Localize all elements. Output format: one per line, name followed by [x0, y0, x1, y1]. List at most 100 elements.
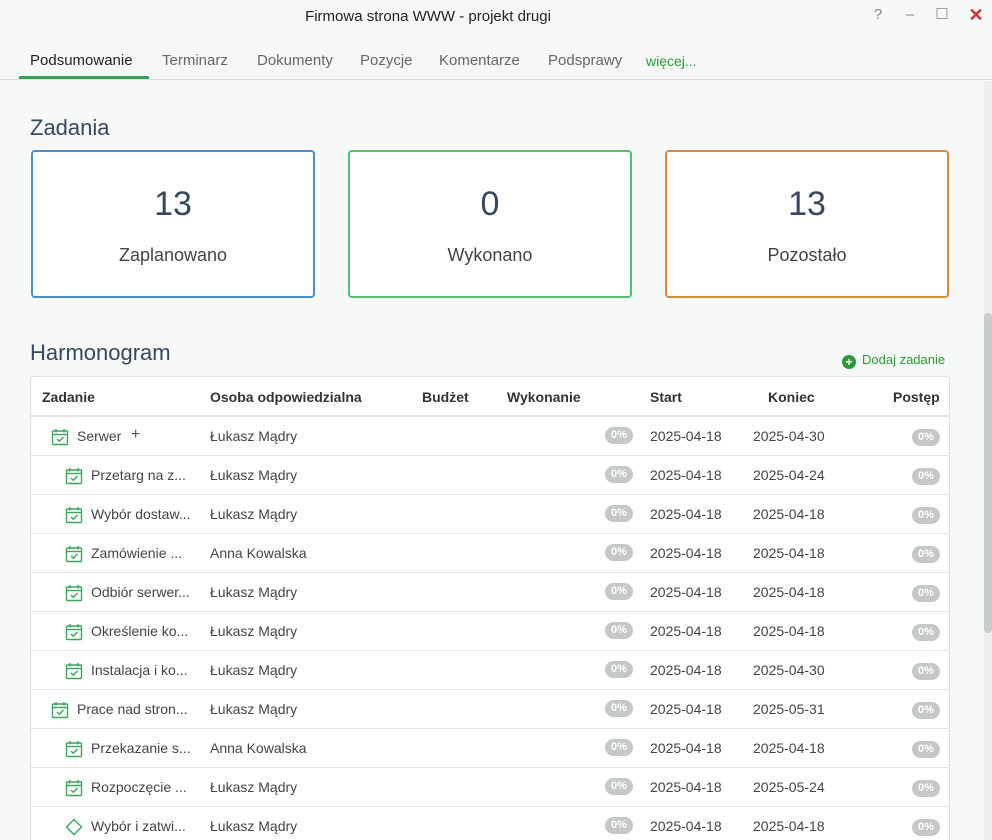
- execution-badge: 0%: [605, 622, 633, 639]
- col-progress[interactable]: Postęp: [893, 389, 940, 405]
- table-row[interactable]: Instalacja i ko... Łukasz Mądry 0% 2025-04-…: [31, 651, 949, 690]
- task-start: 2025-04-18: [650, 584, 722, 600]
- task-name[interactable]: Przetarg na z...: [91, 467, 203, 483]
- done-count: 0: [480, 185, 500, 223]
- active-tab-indicator: [19, 76, 149, 79]
- col-execution[interactable]: Wykonanie: [507, 389, 581, 405]
- tab-bar: Podsumowanie Terminarz Dokumenty Pozycje…: [0, 34, 992, 80]
- execution-badge: 0%: [605, 661, 633, 678]
- task-name[interactable]: Zamówienie ...: [91, 545, 203, 561]
- task-name[interactable]: Wybór dostaw...: [91, 506, 203, 522]
- table-row[interactable]: Prace nad stron... Łukasz Mądry 0% 2025-04-…: [31, 690, 949, 729]
- scrollbar-thumb[interactable]: [984, 313, 992, 633]
- progress-badge: 0%: [912, 780, 940, 797]
- table-row[interactable]: Rozpoczęcie ... Łukasz Mądry 0% 2025-04-18 2…: [31, 768, 949, 807]
- table-row[interactable]: Przetarg na z... Łukasz Mądry 0% 2025-04-18…: [31, 456, 949, 495]
- task-end: 2025-04-18: [753, 584, 825, 600]
- execution-badge: 0%: [605, 466, 633, 483]
- task-end: 2025-04-18: [753, 545, 825, 561]
- execution-badge: 0%: [605, 544, 633, 561]
- execution-badge: 0%: [605, 700, 633, 717]
- task-start: 2025-04-18: [650, 467, 722, 483]
- task-person: Łukasz Mądry: [210, 506, 298, 522]
- execution-badge: 0%: [605, 583, 633, 600]
- progress-badge: 0%: [912, 429, 940, 446]
- progress-badge: 0%: [912, 585, 940, 602]
- progress-badge: 0%: [912, 741, 940, 758]
- task-end: 2025-04-18: [753, 818, 825, 834]
- col-end[interactable]: Koniec: [768, 389, 815, 405]
- plus-circle-icon: +: [842, 355, 856, 369]
- table-row[interactable]: Wybór i zatwi... Łukasz Mądry 0% 2025-04-18…: [31, 807, 949, 840]
- tab-komentarze[interactable]: Komentarze: [439, 52, 520, 69]
- task-person: Łukasz Mądry: [210, 779, 298, 795]
- title-bar: Firmowa strona WWW - projekt drugi ? – ☐…: [0, 0, 992, 34]
- tab-more-link[interactable]: więcej...: [646, 53, 697, 69]
- execution-badge: 0%: [605, 505, 633, 522]
- col-start[interactable]: Start: [650, 389, 682, 405]
- col-task[interactable]: Zadanie: [42, 389, 95, 405]
- table-row[interactable]: Określenie ko... Łukasz Mądry 0% 2025-04-18…: [31, 612, 949, 651]
- task-name[interactable]: Prace nad stron...: [77, 701, 189, 717]
- task-start: 2025-04-18: [650, 506, 722, 522]
- task-start: 2025-04-18: [650, 779, 722, 795]
- close-icon[interactable]: ✕: [962, 4, 990, 28]
- task-name[interactable]: Rozpoczęcie ...: [91, 779, 203, 795]
- tab-terminarz[interactable]: Terminarz: [162, 52, 228, 69]
- done-card: 0 Wykonano: [348, 150, 632, 298]
- window-title: Firmowa strona WWW - projekt drugi: [305, 8, 551, 25]
- task-end: 2025-04-18: [753, 623, 825, 639]
- task-person: Anna Kowalska: [210, 740, 307, 756]
- task-start: 2025-04-18: [650, 740, 722, 756]
- maximize-icon[interactable]: ☐: [928, 4, 956, 28]
- tab-dokumenty[interactable]: Dokumenty: [257, 52, 333, 69]
- add-subtask-icon[interactable]: +: [131, 426, 140, 444]
- schedule-section-title: Harmonogram: [30, 340, 171, 365]
- progress-badge: 0%: [912, 702, 940, 719]
- done-label: Wykonano: [447, 245, 533, 265]
- col-person[interactable]: Osoba odpowiedzialna: [210, 389, 362, 405]
- task-end: 2025-04-30: [753, 428, 825, 444]
- execution-badge: 0%: [605, 817, 633, 834]
- add-task-label: Dodaj zadanie: [862, 352, 946, 367]
- progress-badge: 0%: [912, 507, 940, 524]
- minimize-icon[interactable]: –: [896, 4, 924, 28]
- progress-badge: 0%: [912, 819, 940, 836]
- task-name[interactable]: Instalacja i ko...: [91, 662, 203, 678]
- task-name[interactable]: Przekazanie s...: [91, 740, 203, 756]
- table-row[interactable]: Wybór dostaw... Łukasz Mądry 0% 2025-04-18 2…: [31, 495, 949, 534]
- task-name[interactable]: Określenie ko...: [91, 623, 203, 639]
- calendar-check-icon: [51, 701, 69, 719]
- planned-count: 13: [154, 185, 192, 223]
- remaining-label: Pozostało: [767, 245, 847, 265]
- task-end: 2025-04-24: [753, 467, 825, 483]
- task-person: Łukasz Mądry: [210, 818, 298, 834]
- tasks-section-title: Zadania: [30, 115, 110, 140]
- table-row[interactable]: Przekazanie s... Anna Kowalska 0% 2025-04-1…: [31, 729, 949, 768]
- calendar-check-icon: [65, 545, 83, 563]
- task-end: 2025-04-18: [753, 740, 825, 756]
- table-header: Zadanie Osoba odpowiedzialna Budżet Wyko…: [31, 377, 949, 417]
- col-budget[interactable]: Budżet: [422, 389, 469, 405]
- task-name[interactable]: Wybór i zatwi...: [91, 818, 203, 834]
- table-row[interactable]: Serwer + Łukasz Mądry 0% 2025-04-18 2025-04-3…: [31, 417, 949, 456]
- task-person: Łukasz Mądry: [210, 584, 298, 600]
- table-row[interactable]: Zamówienie ... Anna Kowalska 0% 2025-04-18 2…: [31, 534, 949, 573]
- tab-podsprawy[interactable]: Podsprawy: [548, 52, 622, 69]
- remaining-card: 13 Pozostało: [665, 150, 949, 298]
- tab-podsumowanie[interactable]: Podsumowanie: [30, 52, 133, 69]
- execution-badge: 0%: [605, 739, 633, 756]
- progress-badge: 0%: [912, 546, 940, 563]
- milestone-diamond-icon: [65, 818, 83, 836]
- calendar-check-icon: [65, 506, 83, 524]
- add-task-button[interactable]: + Dodaj zadanie: [842, 352, 945, 369]
- task-start: 2025-04-18: [650, 428, 722, 444]
- planned-label: Zaplanowano: [118, 245, 228, 265]
- help-icon[interactable]: ?: [864, 4, 892, 28]
- tab-pozycje[interactable]: Pozycje: [360, 52, 413, 69]
- table-row[interactable]: Odbiór serwer... Łukasz Mądry 0% 2025-04-18…: [31, 573, 949, 612]
- progress-badge: 0%: [912, 663, 940, 680]
- task-person: Łukasz Mądry: [210, 467, 298, 483]
- task-name[interactable]: Odbiór serwer...: [91, 584, 203, 600]
- calendar-check-icon: [65, 467, 83, 485]
